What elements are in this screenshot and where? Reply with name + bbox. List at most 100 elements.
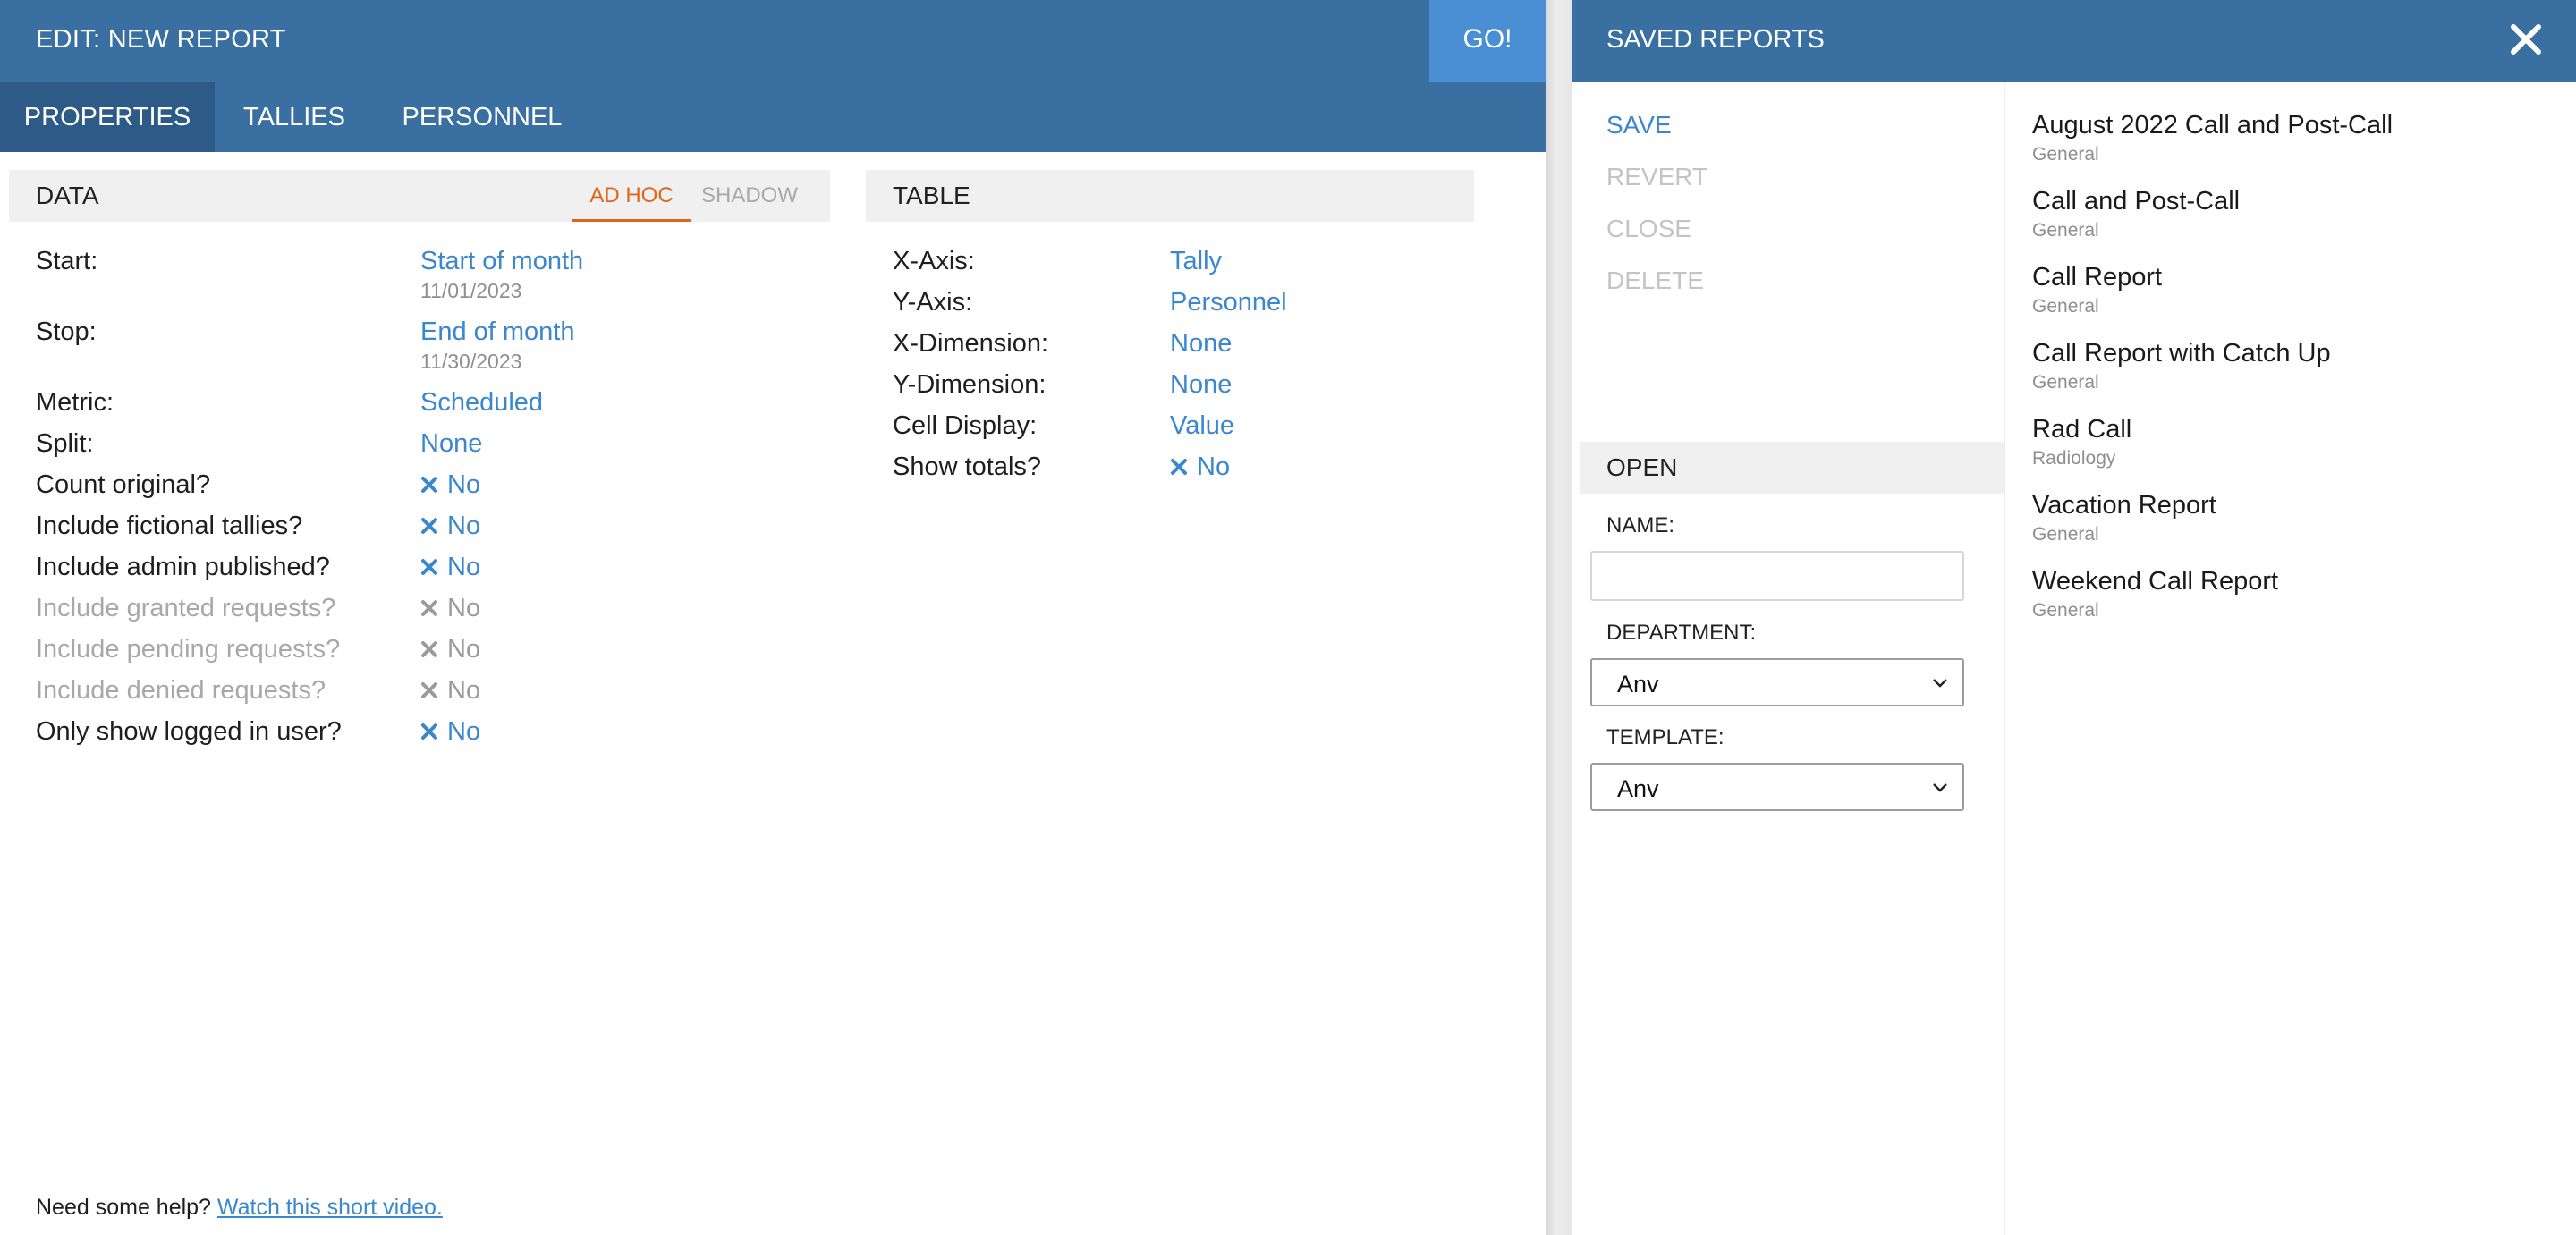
chevron-down-icon: [1933, 679, 1947, 688]
x-icon: [421, 682, 437, 698]
help-footer: Need some help? Watch this short video.: [36, 1195, 443, 1221]
template-select[interactable]: Anv: [1590, 763, 1964, 811]
chevron-down-icon: [1933, 783, 1947, 792]
table-property-value-text: Value: [1170, 411, 1235, 440]
saved-report-item[interactable]: Rad Call Radiology: [2032, 415, 2131, 469]
saved-report-name: Call Report with Catch Up: [2032, 339, 2331, 368]
property-value[interactable]: No: [420, 512, 480, 541]
help-text: Need some help?: [36, 1195, 211, 1220]
saved-report-name: Weekend Call Report: [2032, 567, 2279, 596]
revert-button[interactable]: REVERT: [1606, 163, 1707, 191]
property-label: Include pending requests?: [36, 635, 341, 664]
property-value-text: No: [447, 717, 481, 746]
table-section-title: TABLE: [893, 182, 970, 209]
table-property-label: Y-Dimension:: [893, 370, 1046, 399]
property-value-text: Scheduled: [420, 388, 544, 417]
x-icon: [421, 641, 437, 657]
saved-report-name: Call Report: [2032, 263, 2163, 292]
department-select-value: Anv: [1617, 671, 1659, 698]
property-value-text: End of month: [420, 317, 575, 346]
template-field-label: TEMPLATE:: [1606, 725, 1724, 749]
name-field-label: NAME:: [1606, 513, 1675, 537]
close-button[interactable]: CLOSE: [1606, 215, 1691, 243]
tab-personnel[interactable]: PERSONNEL: [392, 82, 572, 152]
saved-report-item[interactable]: August 2022 Call and Post-Call General: [2032, 111, 2393, 165]
saved-report-department: General: [2032, 524, 2099, 545]
saved-report-item[interactable]: Call Report with Catch Up General: [2032, 339, 2331, 393]
table-property-value[interactable]: No: [1170, 453, 1230, 482]
saved-report-item[interactable]: Weekend Call Report General: [2032, 567, 2278, 622]
table-property-label: Show totals?: [893, 453, 1042, 481]
close-icon[interactable]: [2506, 20, 2546, 59]
mode-ad-hoc[interactable]: AD HOC: [572, 170, 691, 222]
x-icon: [421, 518, 437, 534]
data-section-title: DATA: [36, 182, 99, 209]
x-icon: [421, 559, 437, 575]
table-property-value[interactable]: None: [1170, 370, 1232, 400]
property-label: Include granted requests?: [36, 594, 336, 622]
mode-shadow[interactable]: SHADOW: [696, 170, 803, 222]
property-value-text: No: [447, 512, 481, 540]
tab-bar: PROPERTIES TALLIES PERSONNEL: [0, 82, 1546, 152]
table-property-value[interactable]: Tally: [1170, 247, 1222, 276]
name-input[interactable]: [1590, 551, 1964, 601]
property-value-text: No: [447, 635, 481, 664]
table-property-value[interactable]: Value: [1170, 411, 1234, 441]
property-value[interactable]: No: [420, 470, 480, 500]
table-property-label: Y-Axis:: [893, 288, 973, 317]
x-icon: [421, 600, 437, 616]
saved-report-department: General: [2032, 296, 2099, 317]
table-property-label: Cell Display:: [893, 411, 1038, 440]
property-value[interactable]: Scheduled: [420, 388, 543, 418]
property-date: 11/01/2023: [420, 279, 522, 302]
saved-report-name: Vacation Report: [2032, 491, 2216, 520]
report-editor: EDIT: NEW REPORT GO! PROPERTIES TALLIES …: [0, 0, 1546, 1235]
table-property-label: X-Axis:: [893, 247, 975, 275]
saved-reports-title: SAVED REPORTS: [1606, 25, 1825, 54]
property-label: Include denied requests?: [36, 676, 326, 705]
saved-report-item[interactable]: Call and Post-Call General: [2032, 187, 2240, 241]
table-property-value[interactable]: Personnel: [1170, 288, 1287, 317]
saved-report-department: Radiology: [2032, 448, 2116, 469]
property-label: Stop:: [36, 317, 97, 346]
property-label: Include fictional tallies?: [36, 512, 303, 540]
delete-button[interactable]: DELETE: [1606, 266, 1704, 295]
property-value: No: [420, 594, 480, 623]
editor-title: EDIT: NEW REPORT: [36, 25, 286, 54]
saved-report-department: General: [2032, 600, 2099, 621]
property-value: No: [420, 635, 480, 664]
property-value[interactable]: No: [420, 717, 480, 747]
property-value[interactable]: None: [420, 429, 482, 459]
property-label: Metric:: [36, 388, 114, 417]
table-property-value-text: None: [1170, 329, 1233, 358]
property-value-text: No: [447, 594, 481, 622]
property-value-text: No: [447, 470, 481, 499]
table-property-value[interactable]: None: [1170, 329, 1232, 359]
property-value[interactable]: No: [420, 553, 480, 582]
property-label: Split:: [36, 429, 94, 458]
property-value[interactable]: Start of month: [420, 247, 583, 276]
help-video-link[interactable]: Watch this short video.: [217, 1195, 443, 1220]
go-button[interactable]: GO!: [1429, 0, 1546, 82]
saved-report-item[interactable]: Call Report General: [2032, 263, 2162, 317]
template-select-value: Anv: [1617, 775, 1659, 802]
saved-report-department: General: [2032, 220, 2099, 241]
data-section-header: DATA AD HOC SHADOW: [9, 170, 830, 222]
saved-reports-panel: SAVED REPORTS SAVE REVERT CLOSE DELETE O…: [1572, 0, 2576, 1235]
tab-tallies[interactable]: TALLIES: [231, 82, 358, 152]
property-value: No: [420, 676, 480, 706]
property-value-text: No: [447, 553, 481, 581]
table-property-value-text: No: [1197, 453, 1231, 481]
department-select[interactable]: Anv: [1590, 658, 1964, 706]
x-icon: [421, 723, 437, 740]
table-property-value-text: Personnel: [1170, 288, 1287, 317]
property-value[interactable]: End of month: [420, 317, 575, 347]
property-label: Count original?: [36, 470, 211, 499]
saved-report-name: Rad Call: [2032, 415, 2132, 444]
save-button[interactable]: SAVE: [1606, 111, 1672, 140]
property-label: Only show logged in user?: [36, 717, 342, 746]
tab-properties[interactable]: PROPERTIES: [0, 82, 215, 152]
panel-divider: [2004, 82, 2005, 1235]
table-section-header: TABLE: [866, 170, 1474, 222]
saved-report-item[interactable]: Vacation Report General: [2032, 491, 2216, 546]
